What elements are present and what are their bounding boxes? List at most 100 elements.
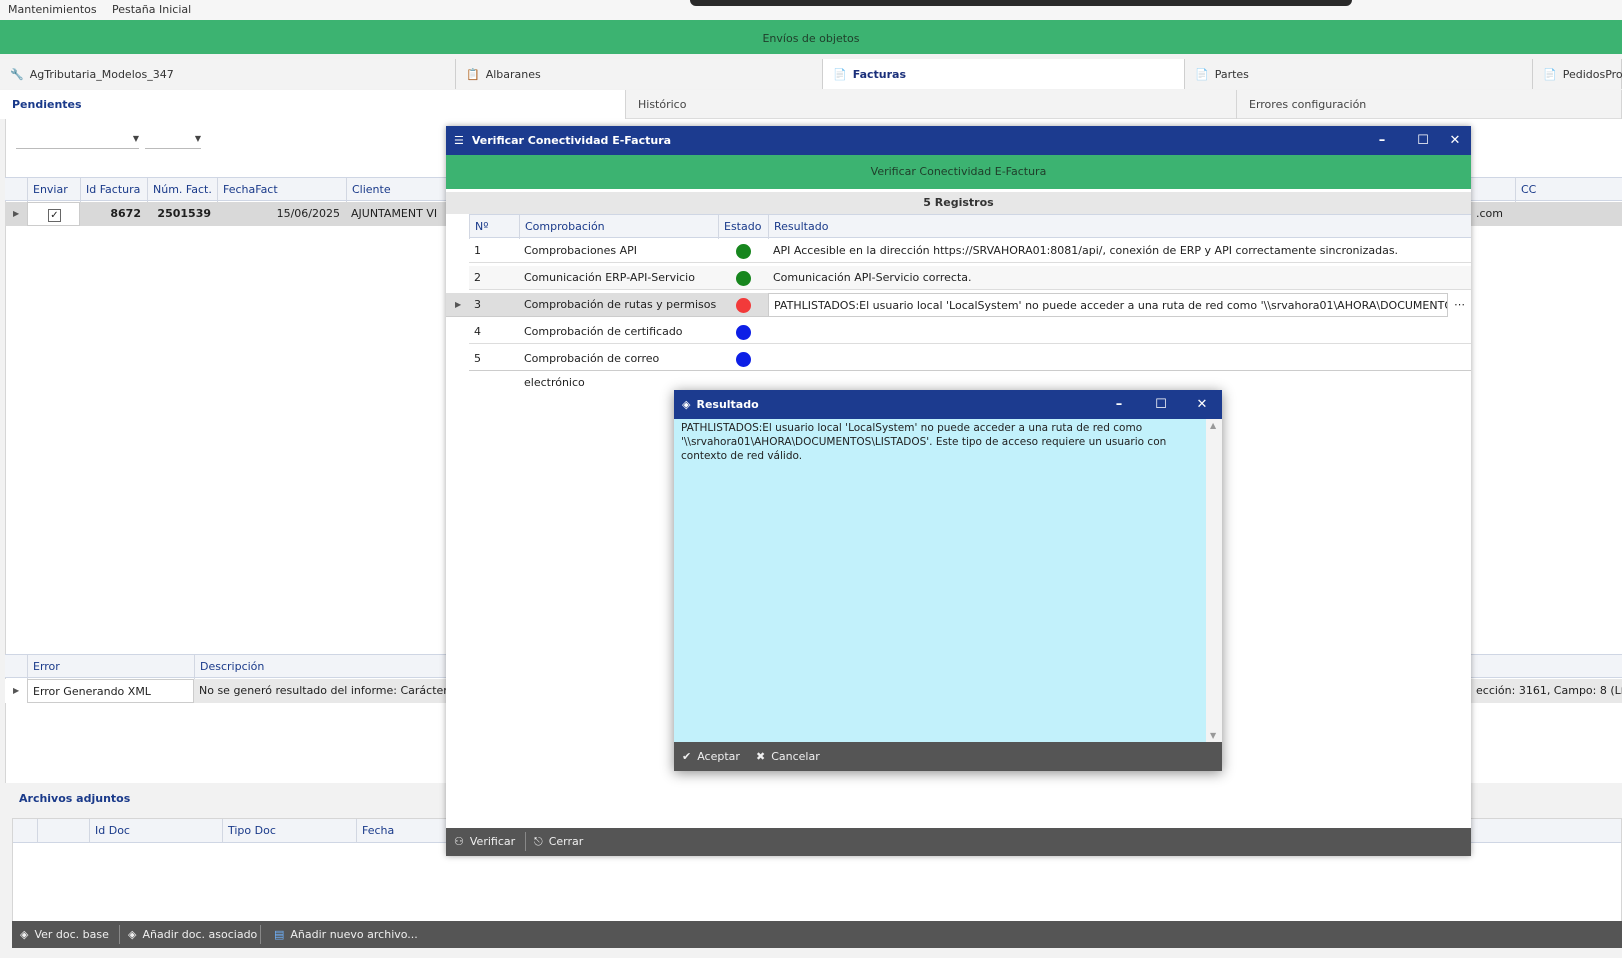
table-row[interactable]: 1 Comprobaciones API API Accesible en la… [469,239,1471,263]
cerrar-button[interactable]: ⎋ Cerrar [534,828,583,855]
checks-grid-header: Nº Comprobación Estado Resultado [469,214,1471,239]
status-dot-blue [736,325,751,340]
scroll-up-icon[interactable]: ▲ [1210,421,1216,430]
close-icon[interactable]: ✕ [1187,390,1217,419]
col-error[interactable]: Error [27,655,194,679]
ver-doc-base-button[interactable]: ◈ Ver doc. base [20,921,109,948]
n-cell: 5 [474,352,481,365]
comp-cell: Comunicación ERP-API-Servicio [524,271,695,284]
aceptar-button[interactable]: ✔ Aceptar [682,742,740,771]
resultado-cell[interactable]: PATHLISTADOS:El usuario local 'LocalSyst… [768,293,1448,317]
vertical-scrollbar[interactable]: ▲ ▼ [1206,419,1222,742]
col-enviar[interactable]: Enviar [27,178,80,202]
col-n[interactable]: Nº [469,215,519,239]
separator [525,832,526,851]
tab-bar: 🔧 AgTributaria_Modelos_347 📋 Albaranes 📄… [0,59,1622,89]
maximize-icon[interactable]: ☐ [1146,390,1176,419]
dialog-banner: Verificar Conectividad E-Factura [446,155,1471,189]
tab-partes[interactable]: 📄 Partes [1185,59,1533,89]
attachments-title: Archivos adjuntos [19,792,131,805]
dialog-titlebar[interactable]: ☰ Verificar Conectividad E-Factura – ☐ ✕ [446,126,1471,155]
tab-facturas[interactable]: 📄 Facturas [823,59,1185,89]
status-dot-green [736,244,751,259]
n-cell: 3 [474,298,481,311]
resultado-titlebar[interactable]: ◈ Resultado – ☐ ✕ [674,390,1222,419]
subtab-label: Pendientes [12,98,82,111]
n-cell: 4 [474,325,481,338]
col-estado[interactable]: Estado [718,215,768,239]
table-row[interactable]: 4 Comprobación de certificado [469,320,1471,344]
verificar-button[interactable]: ⚇ Verificar [454,828,515,855]
col-comprobacion[interactable]: Comprobación [519,215,718,239]
button-label: Añadir doc. asociado [142,928,258,941]
ellipsis-button[interactable]: ⋯ [1448,293,1471,317]
tab-pedidospro[interactable]: 📄 PedidosPro [1533,59,1622,89]
fecha-cell: 15/06/2025 [276,207,340,220]
subtab-pendientes[interactable]: Pendientes [0,90,626,119]
separator [260,925,261,944]
subtab-errores[interactable]: Errores configuración [1237,90,1622,119]
module-banner: Envíos de objetos [0,20,1622,54]
cancelar-button[interactable]: ✖ Cancelar [756,742,820,771]
filter-combo-2[interactable]: ▼ [145,131,201,149]
expand-icon[interactable]: ▶ [13,686,19,695]
col-id-doc[interactable]: Id Doc [89,819,222,843]
minimize-icon[interactable]: – [1104,390,1134,419]
col-blank [37,819,89,843]
checkbox[interactable]: ✓ [48,209,61,222]
n-cell: 2 [474,271,481,284]
col-num-fact[interactable]: Núm. Fact. [147,178,217,202]
diamond-icon: ◈ [128,928,137,941]
chevron-down-icon: ▼ [194,134,201,143]
menu-mantenimientos[interactable]: Mantenimientos [8,3,97,16]
col-descripcion[interactable]: Descripción [194,655,454,679]
dialog-title: Verificar Conectividad E-Factura [471,134,672,147]
filter-combo-1[interactable]: ▼ [16,131,139,149]
descripcion-tail-cell: ección: 3161, Campo: 8 (Líne [1471,679,1622,703]
subtab-label: Histórico [638,98,687,111]
network-icon: ⚇ [454,835,464,848]
enviar-cell[interactable]: ✓ [27,202,80,226]
table-row[interactable]: 5 Comprobación de correo electrónico [469,347,1471,389]
col-cliente[interactable]: Cliente [346,178,446,202]
diamond-icon: ◈ [20,928,29,941]
tab-albaranes[interactable]: 📋 Albaranes [456,59,823,89]
col-fechafact[interactable]: FechaFact [217,178,346,202]
document-icon: 📄 [1543,67,1557,81]
resultado-cell: API Accesible en la dirección https://SR… [773,244,1399,257]
dialog-toolbar: ⚇ Verificar ⎋ Cerrar [446,828,1471,856]
subtab-historico[interactable]: Histórico [626,90,1237,119]
resultado-textarea[interactable]: PATHLISTADOS:El usuario local 'LocalSyst… [681,421,1201,739]
table-row-selected[interactable]: ▶ 3 Comprobación de rutas y permisos PAT… [446,293,1471,317]
resultado-title: Resultado [696,398,759,411]
wrench-icon: 🔧 [10,67,24,81]
chevron-down-icon: ▼ [132,134,139,143]
table-row[interactable]: 2 Comunicación ERP-API-Servicio Comunica… [469,266,1471,290]
file-icon: ▤ [274,928,285,941]
button-label: Verificar [469,835,516,848]
scroll-down-icon[interactable]: ▼ [1210,731,1216,740]
col-fecha[interactable]: Fecha [356,819,456,843]
col-tipo-doc[interactable]: Tipo Doc [222,819,356,843]
menu-pestana-inicial[interactable]: Pestaña Inicial [112,3,191,16]
anadir-nuevo-archivo-button[interactable]: ▤ Añadir nuevo archivo... [274,921,418,948]
descripcion-cell: No se generó resultado del informe: Cará… [194,679,446,703]
maximize-icon[interactable]: ☐ [1408,126,1438,155]
col-id-factura[interactable]: Id Factura [80,178,147,202]
close-icon[interactable]: ✕ [1440,126,1470,155]
attachments-toolbar: ◈ Ver doc. base ◈ Añadir doc. asociado ▤ Añ… [12,921,1622,948]
anadir-doc-asociado-button[interactable]: ◈ Añadir doc. asociado [128,921,257,948]
button-label: Cancelar [771,750,820,763]
comp-cell: Comprobación de certificado [524,325,683,338]
col-resultado[interactable]: Resultado [768,215,1471,239]
resultado-dialog: ◈ Resultado – ☐ ✕ PATHLISTADOS:El usuari… [674,390,1222,771]
col-cc[interactable]: CC [1515,178,1622,202]
comp-cell: Comprobación de correo electrónico [524,352,660,389]
expand-icon[interactable]: ▶ [455,300,461,309]
cc-cell: .com [1476,207,1503,220]
expand-icon[interactable]: ▶ [13,209,19,218]
tab-agtributaria[interactable]: 🔧 AgTributaria_Modelos_347 [0,59,456,89]
comp-cell: Comprobaciones API [524,244,638,257]
minimize-icon[interactable]: – [1367,126,1397,155]
button-label: Ver doc. base [34,928,109,941]
